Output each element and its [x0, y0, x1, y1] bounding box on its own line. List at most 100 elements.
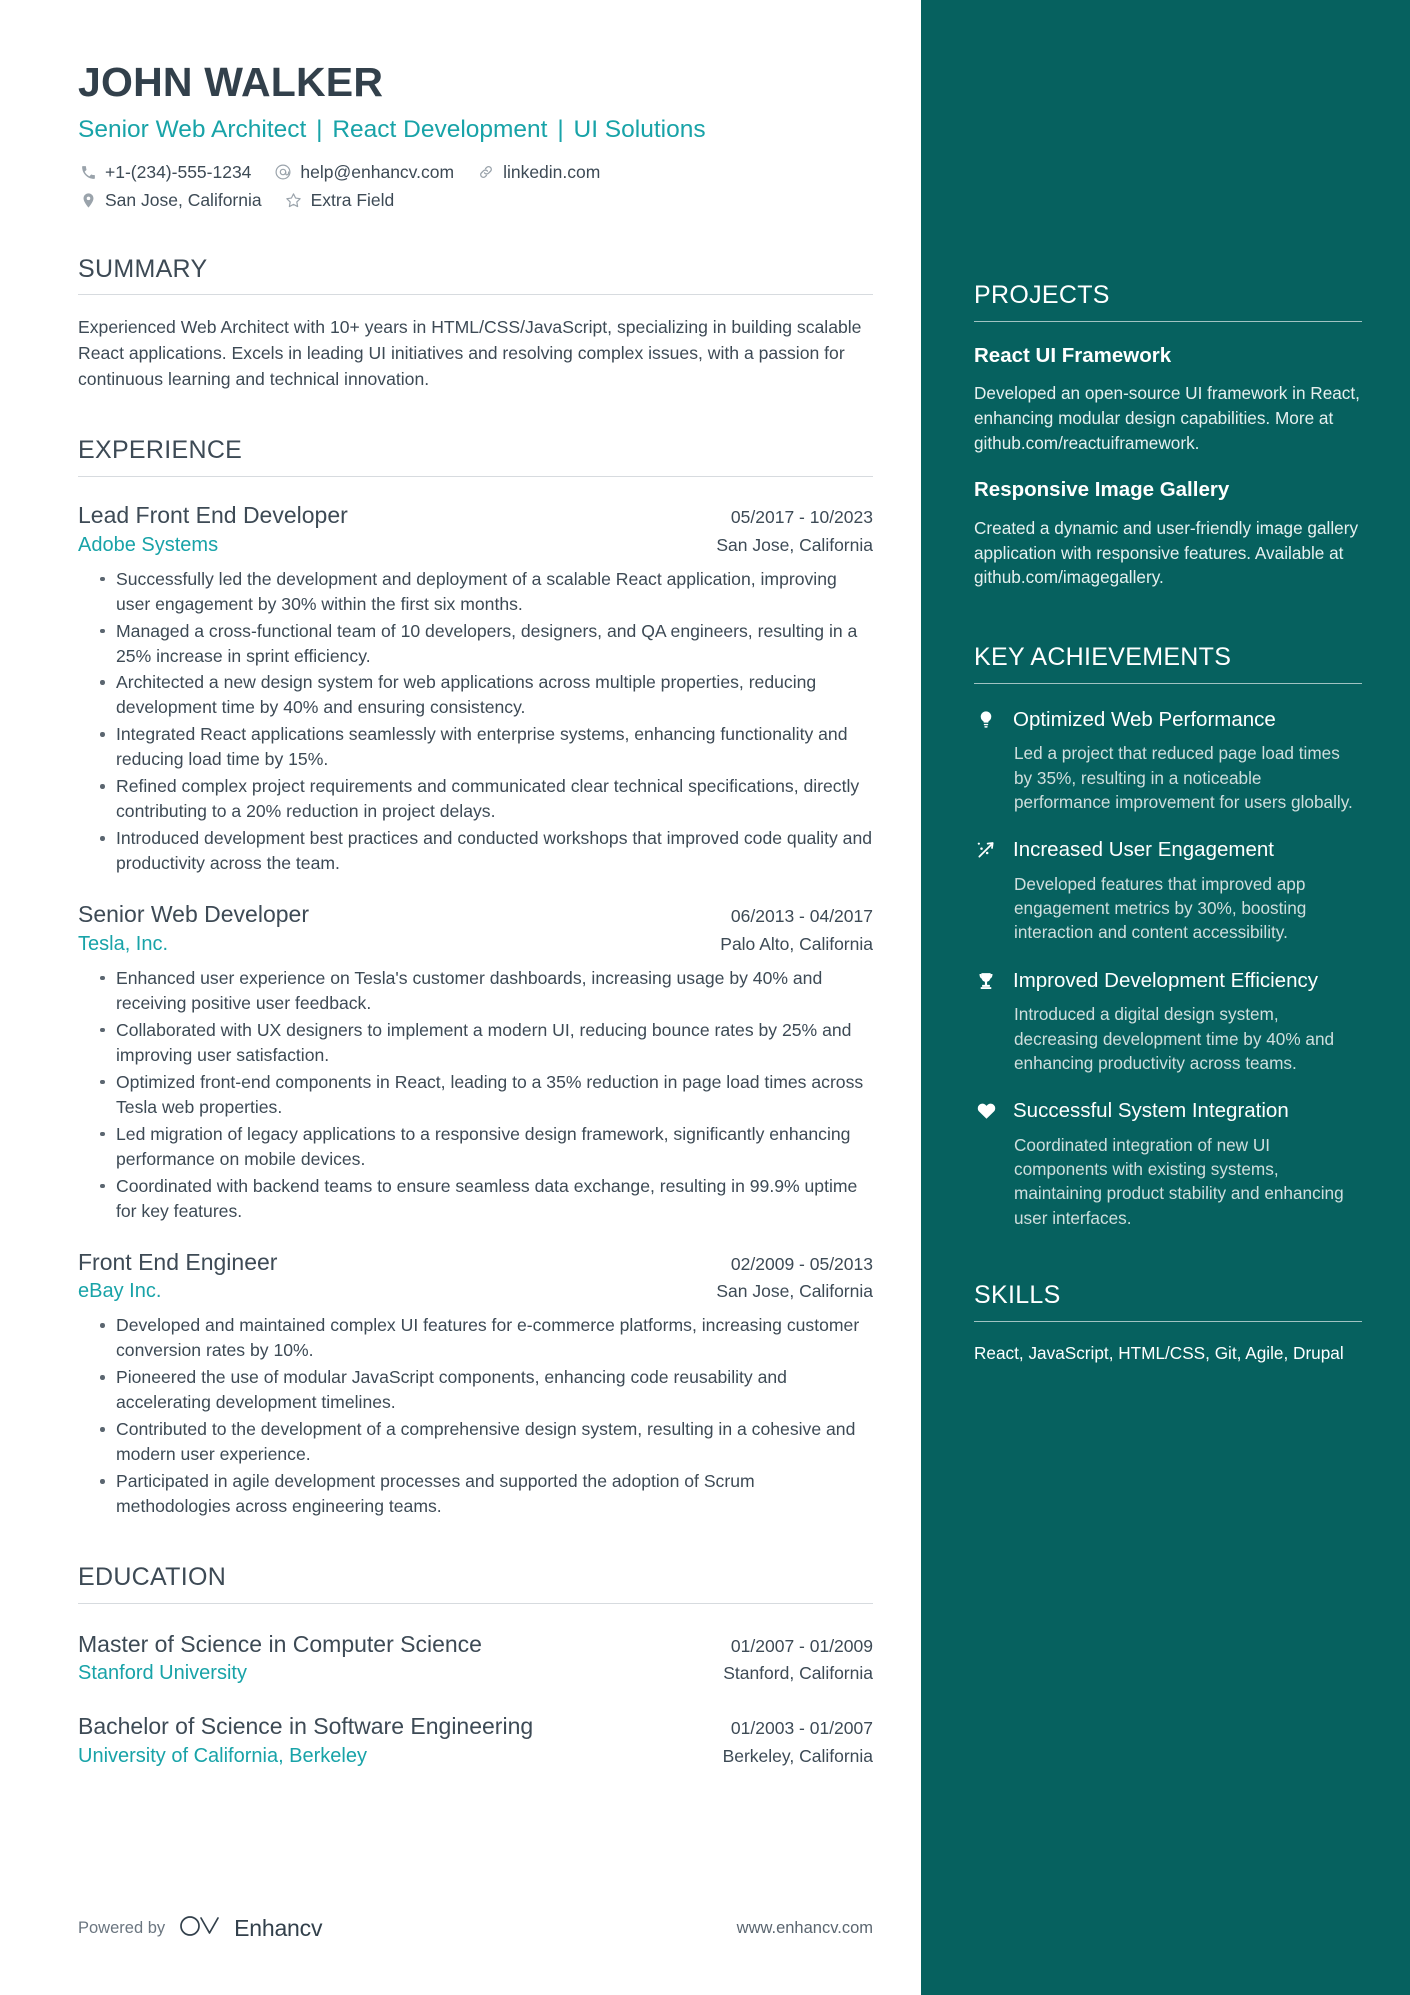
rocket-growth-icon — [974, 837, 998, 863]
job-bullet: Architected a new design system for web … — [100, 670, 873, 720]
achievements-divider — [974, 682, 1362, 684]
sidebar-column: PROJECTS React UI Framework Developed an… — [921, 0, 1410, 1995]
job-bullet: Optimized front-end components in React,… — [100, 1070, 873, 1120]
education-entry-header: Master of Science in Computer Science 01… — [78, 1630, 873, 1659]
education-section-title: EDUCATION — [78, 1563, 227, 1592]
education-section: EDUCATION Master of Science in Computer … — [78, 1564, 873, 1769]
company-name: eBay Inc. — [78, 1280, 162, 1303]
achievement-body: Successful System Integration Coordinate… — [1013, 1098, 1362, 1230]
skills-section-title: SKILLS — [974, 1281, 1061, 1310]
achievement-title: Improved Development Efficiency — [1013, 968, 1318, 992]
experience-entry-subheader: Tesla, Inc. Palo Alto, California — [78, 932, 873, 957]
company-name: Adobe Systems — [78, 533, 219, 556]
job-location: San Jose, California — [716, 534, 873, 555]
experience-entry-subheader: Adobe Systems San Jose, California — [78, 533, 873, 558]
education-entry: Master of Science in Computer Science 01… — [78, 1630, 873, 1687]
achievement-body: Improved Development Efficiency Introduc… — [1013, 968, 1362, 1076]
job-bullet: Managed a cross-functional team of 10 de… — [100, 619, 873, 669]
experience-entry: Front End Engineer 02/2009 - 05/2013 eBa… — [78, 1248, 873, 1520]
achievement-description: Developed features that improved app eng… — [1014, 873, 1307, 943]
job-title: Front End Engineer — [78, 1248, 278, 1275]
job-bullet: Integrated React applications seamlessly… — [100, 722, 873, 772]
achievement-description: Led a project that reduced page load tim… — [1014, 743, 1353, 812]
page-title: JOHN WALKER — [78, 59, 384, 105]
job-date-range: 05/2017 - 10/2023 — [730, 506, 873, 527]
contact-location-text: San Jose, California — [105, 189, 262, 210]
education-divider — [78, 1602, 873, 1604]
contact-email: help@enhancv.com — [273, 162, 454, 183]
achievement-description: Coordinated integration of new UI compon… — [1014, 1134, 1344, 1228]
job-bullet: Coordinated with backend teams to ensure… — [100, 1174, 873, 1224]
email-icon — [273, 162, 293, 182]
job-bullet: Collaborated with UX designers to implem… — [100, 1018, 873, 1068]
job-bullet: Contributed to the development of a comp… — [100, 1417, 873, 1467]
skills-divider — [974, 1320, 1362, 1322]
achievement-title: Optimized Web Performance — [1013, 707, 1276, 731]
footer-website-url: www.enhancv.com — [736, 1919, 873, 1937]
skills-list: React, JavaScript, HTML/CSS, Git, Agile,… — [974, 1342, 1344, 1363]
job-date-range: 02/2009 - 05/2013 — [730, 1253, 873, 1274]
job-bullet: Introduced development best practices an… — [100, 826, 873, 876]
headline-separator-2: | — [557, 115, 564, 143]
achievement-title: Increased User Engagement — [1013, 838, 1274, 862]
page-footer: Powered by Enhancv www.enhancv.com — [78, 1914, 873, 1943]
location-pin-icon — [78, 190, 98, 210]
job-bullet: Developed and maintained complex UI feat… — [100, 1313, 873, 1363]
job-bullet: Enhanced user experience on Tesla's cust… — [100, 966, 873, 1016]
powered-by-label: Powered by — [78, 1919, 166, 1937]
contact-location: San Jose, California — [78, 190, 262, 211]
contact-email-text: help@enhancv.com — [300, 161, 455, 182]
contact-extra-field: Extra Field — [284, 189, 395, 211]
lightbulb-icon — [974, 707, 998, 733]
projects-section-title: PROJECTS — [974, 281, 1110, 309]
headline-part-1: Senior Web Architect — [78, 115, 307, 143]
heart-icon — [974, 1098, 998, 1124]
project-description: Created a dynamic and user-friendly imag… — [974, 517, 1359, 588]
project-description: Developed an open-source UI framework in… — [974, 383, 1360, 454]
contact-extra-field-text: Extra Field — [310, 189, 395, 210]
experience-section-title: EXPERIENCE — [78, 436, 243, 465]
achievements-section-title: KEY ACHIEVEMENTS — [974, 643, 1232, 672]
achievement-title: Successful System Integration — [1013, 1099, 1289, 1123]
degree-title: Master of Science in Computer Science — [78, 1630, 482, 1657]
school-location: Berkeley, California — [722, 1746, 873, 1767]
education-entry-subheader: Stanford University Stanford, California — [78, 1661, 873, 1686]
experience-entry: Senior Web Developer 06/2013 - 04/2017 T… — [78, 900, 873, 1223]
contact-row-2: San Jose, California Extra Field — [78, 190, 873, 211]
summary-section: SUMMARY Experienced Web Architect with 1… — [78, 255, 873, 393]
job-bullets: Successfully led the development and dep… — [78, 567, 873, 877]
experience-entry-header: Lead Front End Developer 05/2017 - 10/20… — [78, 501, 873, 530]
achievement-item: Optimized Web Performance Led a project … — [974, 707, 1362, 815]
star-icon — [284, 190, 304, 210]
school-name: University of California, Berkeley — [78, 1745, 367, 1768]
job-date-range: 06/2013 - 04/2017 — [730, 906, 873, 927]
job-bullet: Participated in agile development proces… — [100, 1469, 873, 1519]
achievements-section: KEY ACHIEVEMENTS Optimized Web Performan… — [974, 590, 1362, 1230]
enhancv-mark-icon — [179, 1914, 225, 1943]
project-item: Responsive Image Gallery Created a dynam… — [974, 477, 1362, 590]
degree-date-range: 01/2003 - 01/2007 — [730, 1718, 873, 1739]
degree-date-range: 01/2007 - 01/2009 — [730, 1635, 873, 1656]
experience-entry: Lead Front End Developer 05/2017 - 10/20… — [78, 501, 873, 876]
headline-part-3: UI Solutions — [573, 115, 706, 143]
job-bullet: Pioneered the use of modular JavaScript … — [100, 1365, 873, 1415]
experience-entry-header: Front End Engineer 02/2009 - 05/2013 — [78, 1248, 873, 1277]
company-name: Tesla, Inc. — [78, 932, 169, 955]
headline-part-2: React Development — [332, 115, 548, 143]
experience-entry-header: Senior Web Developer 06/2013 - 04/2017 — [78, 900, 873, 929]
job-location: San Jose, California — [716, 1281, 873, 1302]
job-bullets: Enhanced user experience on Tesla's cust… — [78, 966, 873, 1224]
enhancv-wordmark: Enhancv — [234, 1915, 323, 1941]
projects-divider — [974, 320, 1362, 322]
headline-separator-1: | — [316, 115, 323, 143]
trophy-icon — [974, 968, 998, 994]
project-name: React UI Framework — [974, 343, 1172, 367]
job-title: Senior Web Developer — [78, 901, 309, 928]
job-location: Palo Alto, California — [720, 933, 873, 954]
education-entry-header: Bachelor of Science in Software Engineer… — [78, 1712, 873, 1741]
contact-row-1: +1-(234)-555-1234 help@enhancv.com linke… — [78, 162, 873, 183]
contact-linkedin: linkedin.com — [476, 162, 600, 183]
link-icon — [476, 162, 496, 182]
summary-text: Experienced Web Architect with 10+ years… — [78, 317, 862, 390]
contact-details: +1-(234)-555-1234 help@enhancv.com linke… — [78, 162, 873, 211]
